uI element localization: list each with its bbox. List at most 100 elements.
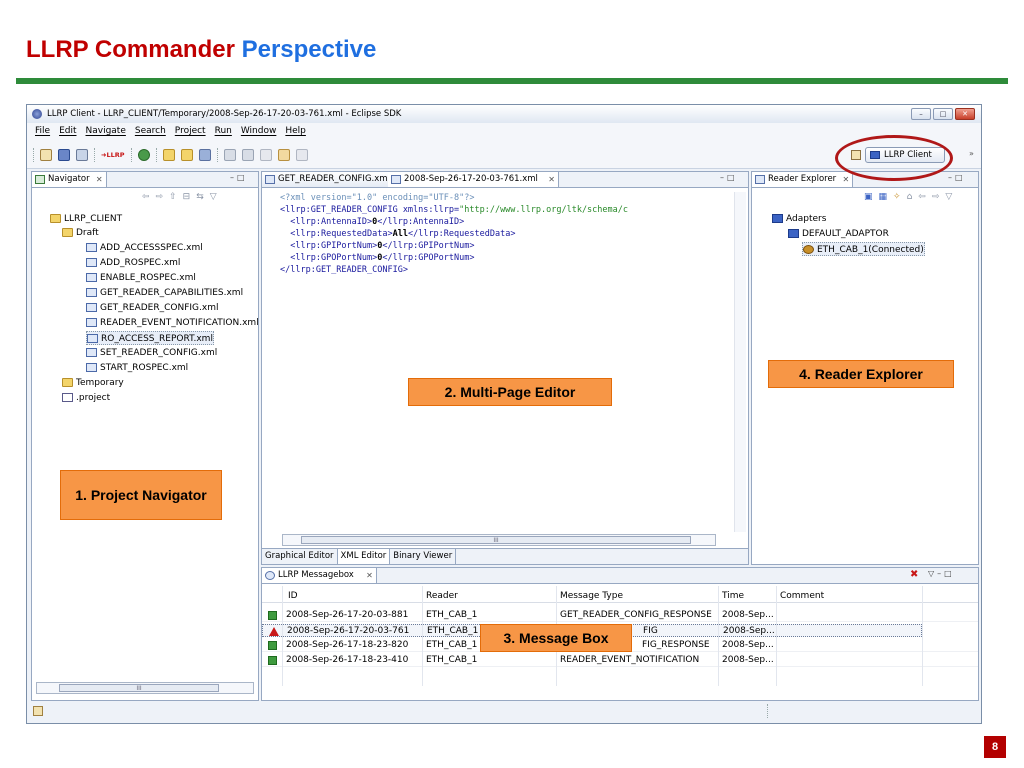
messagebox-view-menu[interactable]: ▽–□ bbox=[928, 569, 955, 578]
editor-horizontal-scrollbar[interactable]: III bbox=[282, 534, 716, 546]
editor-min-max[interactable]: –□ bbox=[720, 173, 738, 182]
tree-item-project-file[interactable]: .project bbox=[62, 391, 110, 405]
back-icon[interactable]: ⇦ bbox=[918, 192, 926, 202]
toolbar-separator bbox=[130, 148, 132, 162]
close-icon[interactable]: ✕ bbox=[96, 172, 103, 187]
menu-window[interactable]: Window bbox=[241, 123, 277, 139]
tree-item-adapters[interactable]: Adapters bbox=[772, 212, 826, 226]
new-wizard-icon[interactable] bbox=[40, 149, 52, 161]
menu-help[interactable]: Help bbox=[285, 123, 306, 139]
collapse-all-icon[interactable]: ⊟ bbox=[183, 192, 191, 202]
last-edit-icon[interactable] bbox=[259, 149, 272, 161]
table-row[interactable]: 2008-Sep-26-17-20-03-881 ETH_CAB_1 GET_R… bbox=[262, 609, 978, 622]
close-button[interactable]: ✕ bbox=[955, 108, 975, 120]
home-icon[interactable]: ⌂ bbox=[907, 192, 913, 202]
connect-icon[interactable]: ✧ bbox=[893, 192, 901, 202]
navigator-horizontal-scrollbar[interactable]: III bbox=[36, 682, 254, 694]
open-project-icon[interactable] bbox=[162, 149, 175, 161]
open-folder-icon[interactable] bbox=[180, 149, 193, 161]
xml-code-area[interactable]: <?xml version="1.0" encoding="UTF-8"?> <… bbox=[280, 192, 628, 276]
tree-item-start-rospec[interactable]: START_ROSPEC.xml bbox=[86, 361, 188, 375]
tab-binary-viewer[interactable]: Binary Viewer bbox=[390, 549, 457, 564]
forward-arrow-icon[interactable] bbox=[295, 149, 308, 161]
close-icon[interactable]: ✕ bbox=[366, 568, 373, 583]
link-editor-icon[interactable]: ⇆ bbox=[196, 192, 204, 202]
tree-item-get-reader-capabilities[interactable]: GET_READER_CAPABILITIES.xml bbox=[86, 286, 243, 300]
menu-project[interactable]: Project bbox=[175, 123, 206, 139]
table-header: ID Reader Message Type Time Comment bbox=[262, 590, 978, 603]
tree-item-draft[interactable]: Draft bbox=[62, 226, 99, 240]
view-menu-icon[interactable]: ▽ bbox=[945, 192, 952, 202]
column-header-id[interactable]: ID bbox=[288, 590, 298, 603]
tree-item-default-adaptor[interactable]: DEFAULT_ADAPTOR bbox=[788, 227, 889, 241]
fast-view-icon[interactable] bbox=[33, 706, 43, 716]
tab-graphical-editor[interactable]: Graphical Editor bbox=[262, 549, 338, 564]
forward-icon[interactable]: ⇨ bbox=[156, 192, 164, 202]
status-separator bbox=[767, 704, 768, 718]
save-icon[interactable] bbox=[58, 149, 70, 161]
back-icon[interactable]: ⇦ bbox=[142, 192, 150, 202]
navigator-min-max[interactable]: –□ bbox=[230, 173, 248, 182]
close-icon[interactable]: ✕ bbox=[842, 172, 849, 187]
clear-messages-icon[interactable]: ✖ bbox=[910, 569, 918, 580]
up-icon[interactable]: ⇧ bbox=[169, 192, 177, 202]
xml-file-icon bbox=[86, 258, 97, 267]
print-icon[interactable] bbox=[76, 149, 88, 161]
xml-file-icon bbox=[86, 318, 97, 327]
tree-item-add-rospec[interactable]: ADD_ROSPEC.xml bbox=[86, 256, 180, 270]
add-reader-icon[interactable]: ▣ bbox=[864, 192, 873, 202]
more-perspectives-chevron[interactable]: » bbox=[969, 149, 974, 158]
llrp-send-button[interactable]: ➜LLRP bbox=[101, 151, 125, 159]
maximize-button[interactable]: □ bbox=[933, 108, 953, 120]
tree-item-enable-rospec[interactable]: ENABLE_ROSPEC.xml bbox=[86, 271, 196, 285]
code-line: <?xml version="1.0" encoding="UTF-8"?> bbox=[280, 193, 475, 203]
tree-item-set-reader-config[interactable]: SET_READER_CONFIG.xml bbox=[86, 346, 217, 360]
scroll-thumb[interactable]: III bbox=[59, 684, 219, 692]
tree-item-ro-access-report[interactable]: RO_ACCESS_REPORT.xml bbox=[86, 331, 214, 345]
tree-item-get-reader-config[interactable]: GET_READER_CONFIG.xml bbox=[86, 301, 219, 315]
editor-vertical-scrollbar[interactable] bbox=[734, 192, 746, 532]
run-icon[interactable] bbox=[137, 149, 150, 161]
column-divider bbox=[282, 586, 283, 686]
tab-get-reader-config[interactable]: GET_READER_CONFIG.xml bbox=[262, 172, 407, 188]
folder-icon bbox=[62, 228, 73, 237]
monitor-icon bbox=[772, 214, 783, 223]
edit-pencil-icon[interactable] bbox=[198, 149, 211, 161]
refresh-reader-icon[interactable]: ▦ bbox=[879, 192, 888, 202]
tab-reader-explorer[interactable]: Reader Explorer ✕ bbox=[752, 172, 854, 188]
menu-navigate[interactable]: Navigate bbox=[86, 123, 126, 139]
scroll-thumb[interactable]: III bbox=[301, 536, 691, 544]
menu-run[interactable]: Run bbox=[215, 123, 232, 139]
code-line: <llrp:AntennaID>0</llrp:AntennaID> bbox=[290, 217, 465, 227]
tab-xml-editor[interactable]: XML Editor bbox=[337, 549, 391, 564]
tree-item-add-accessspec[interactable]: ADD_ACCESSSPEC.xml bbox=[86, 241, 203, 255]
menu-search[interactable]: Search bbox=[135, 123, 166, 139]
minimize-button[interactable]: – bbox=[911, 108, 931, 120]
close-icon[interactable]: ✕ bbox=[548, 172, 555, 187]
view-menu-icon[interactable]: ▽ bbox=[210, 192, 217, 202]
tab-active-message-file[interactable]: 2008-Sep-26-17-20-03-761.xml ✕ bbox=[388, 172, 559, 188]
tree-item-temporary[interactable]: Temporary bbox=[62, 376, 124, 390]
tree-item-eth-cab-1[interactable]: ETH_CAB_1(Connected) bbox=[802, 242, 925, 256]
tab-llrp-messagebox[interactable]: LLRP Messagebox ✕ bbox=[262, 568, 377, 584]
toolbar-separator bbox=[94, 148, 95, 162]
tree-item-llrp-client[interactable]: LLRP_CLIENT bbox=[50, 212, 122, 226]
column-header-comment[interactable]: Comment bbox=[780, 590, 824, 603]
menu-edit[interactable]: Edit bbox=[59, 123, 76, 139]
column-header-reader[interactable]: Reader bbox=[426, 590, 458, 603]
next-annotation-icon[interactable] bbox=[223, 149, 236, 161]
message-ok-icon bbox=[268, 641, 277, 650]
xml-file-icon bbox=[86, 288, 97, 297]
back-arrow-icon[interactable] bbox=[277, 149, 290, 161]
column-header-message-type[interactable]: Message Type bbox=[560, 590, 623, 603]
table-row[interactable]: 2008-Sep-26-17-18-23-410 ETH_CAB_1 READE… bbox=[262, 654, 978, 667]
explorer-min-max[interactable]: –□ bbox=[948, 173, 966, 182]
prev-annotation-icon[interactable] bbox=[241, 149, 254, 161]
tab-navigator[interactable]: Navigator ✕ bbox=[32, 172, 107, 188]
forward-icon[interactable]: ⇨ bbox=[932, 192, 940, 202]
slide-title-part2: Perspective bbox=[241, 36, 377, 63]
menu-file[interactable]: File bbox=[35, 123, 50, 139]
column-header-time[interactable]: Time bbox=[722, 590, 744, 603]
tree-item-reader-event-notification[interactable]: READER_EVENT_NOTIFICATION.xml bbox=[86, 316, 258, 330]
navigator-icon bbox=[35, 175, 45, 184]
